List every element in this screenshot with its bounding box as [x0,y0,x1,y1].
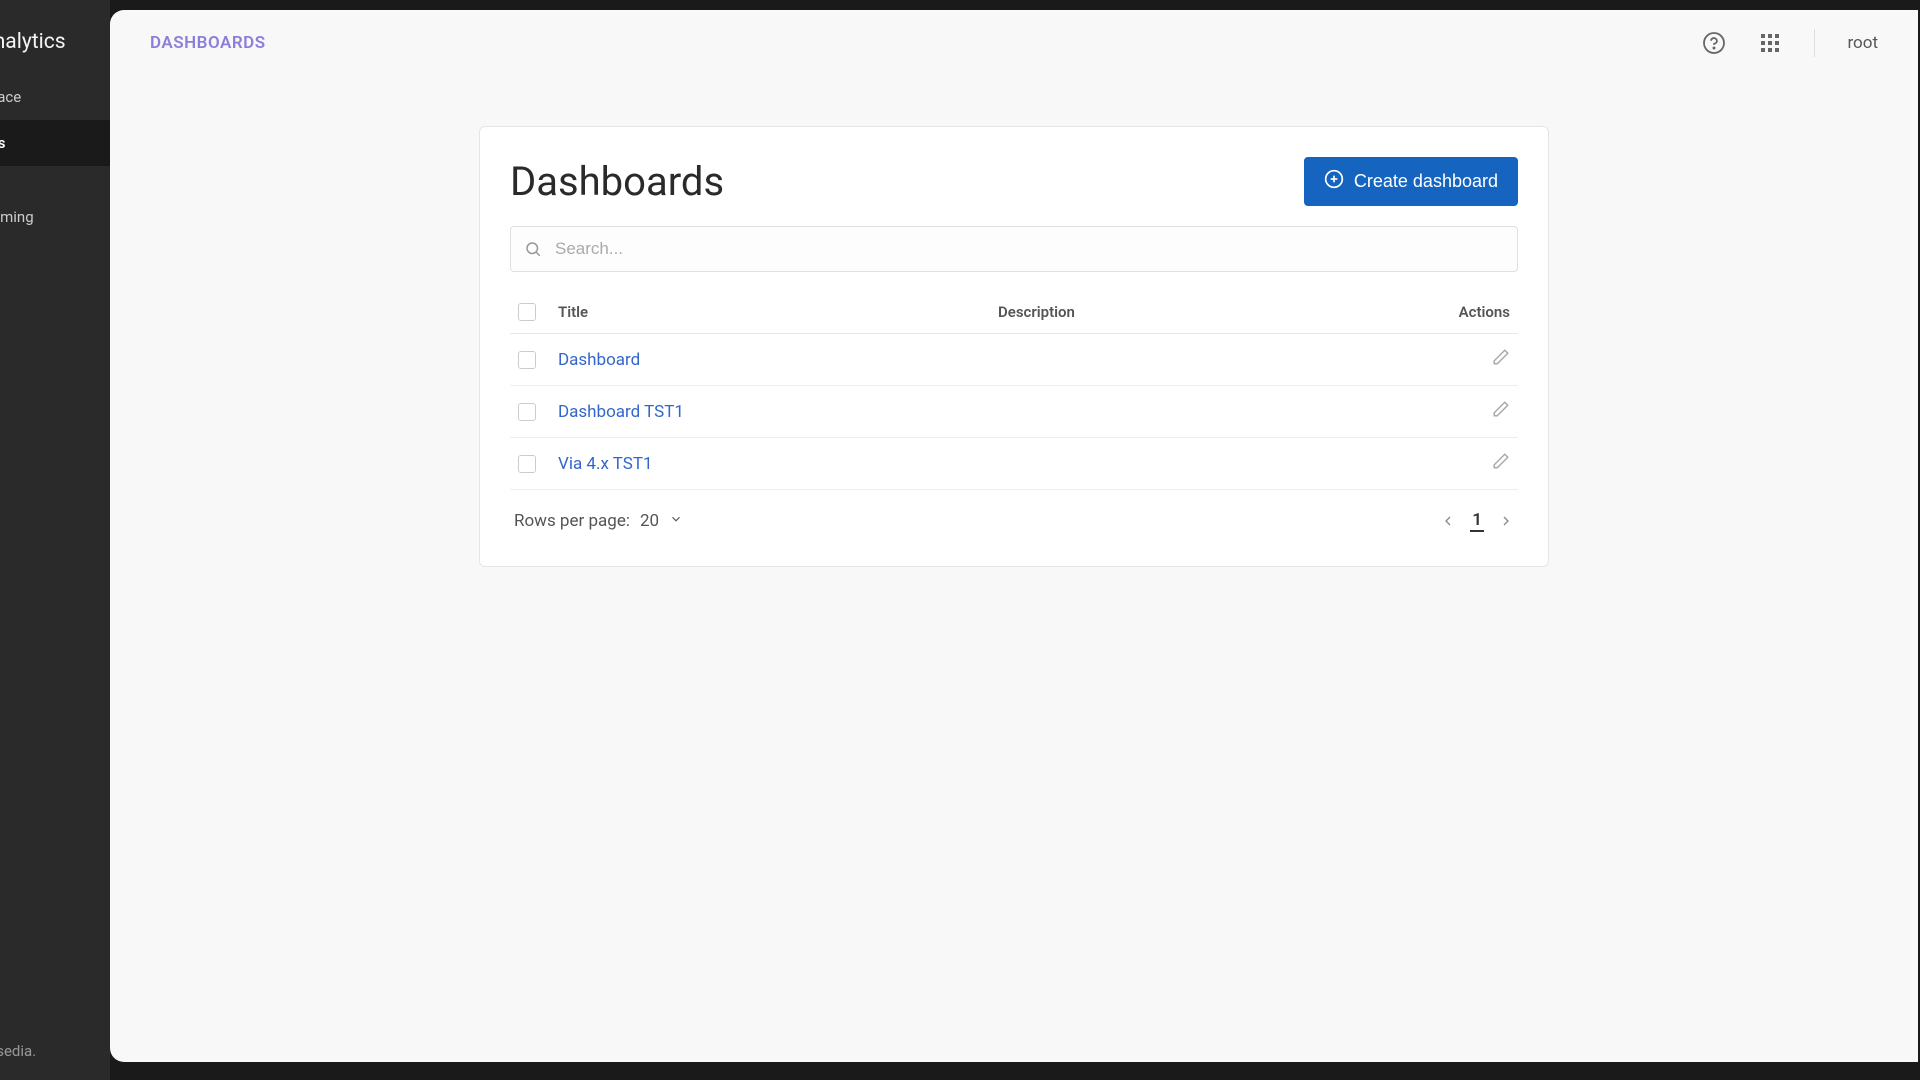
row-description [990,334,1418,386]
search-icon [524,240,542,258]
sidebar-footer: ensedia. [0,1042,36,1060]
card-header: Dashboards Create dashboard [510,157,1518,206]
dashboards-card: Dashboards Create dashboard [479,126,1549,567]
search-wrap [510,226,1518,272]
dashboard-link[interactable]: Dashboard [558,350,640,370]
rows-per-page-label: Rows per page: [514,511,630,531]
breadcrumb[interactable]: DASHBOARDS [150,33,266,53]
select-all-checkbox[interactable] [518,303,536,321]
help-icon[interactable] [1702,31,1726,55]
topbar: DASHBOARDS root [110,10,1918,76]
edit-icon[interactable] [1492,452,1510,470]
dashboard-link[interactable]: Dashboard TST1 [558,402,684,422]
row-checkbox[interactable] [518,403,536,421]
table-footer: Rows per page: 20 1 [510,490,1518,536]
rows-per-page-value: 20 [640,511,659,531]
sidebar-item-streaming[interactable]: eaming [0,194,110,240]
sidebar-title: Analytics [0,30,110,74]
dashboards-table: Title Description Actions Dashboard [510,290,1518,490]
search-input[interactable] [510,226,1518,272]
row-description [990,386,1418,438]
create-dashboard-button[interactable]: Create dashboard [1304,157,1518,206]
main-area: DASHBOARDS root Dash [110,10,1918,1062]
row-checkbox[interactable] [518,351,536,369]
sidebar-item-dashboards[interactable]: rds [0,120,110,166]
column-description[interactable]: Description [990,290,1418,334]
chevron-down-icon [669,511,683,531]
column-title[interactable]: Title [550,290,990,334]
table-row: Dashboard [510,334,1518,386]
plus-circle-icon [1324,169,1344,194]
column-actions: Actions [1418,290,1518,334]
edit-icon[interactable] [1492,348,1510,366]
row-description [990,438,1418,490]
create-button-label: Create dashboard [1354,171,1498,192]
dashboard-link[interactable]: Via 4.x TST1 [558,454,653,474]
next-page-button[interactable] [1498,513,1514,529]
current-page[interactable]: 1 [1470,510,1484,532]
topbar-divider [1814,29,1815,57]
content: Dashboards Create dashboard [110,76,1918,617]
rows-per-page-selector[interactable]: Rows per page: 20 [514,511,683,531]
edit-icon[interactable] [1492,400,1510,418]
sidebar-item-unknown[interactable] [0,166,110,194]
table-row: Via 4.x TST1 [510,438,1518,490]
row-checkbox[interactable] [518,455,536,473]
sidebar-item-trace[interactable]: Trace [0,74,110,120]
page-title: Dashboards [510,158,724,205]
apps-grid-icon[interactable] [1758,31,1782,55]
user-label[interactable]: root [1847,33,1878,53]
topbar-right: root [1702,29,1878,57]
sidebar: Analytics Trace rds eaming ensedia. [0,0,110,1080]
prev-page-button[interactable] [1440,513,1456,529]
table-row: Dashboard TST1 [510,386,1518,438]
pagination: 1 [1440,510,1514,532]
